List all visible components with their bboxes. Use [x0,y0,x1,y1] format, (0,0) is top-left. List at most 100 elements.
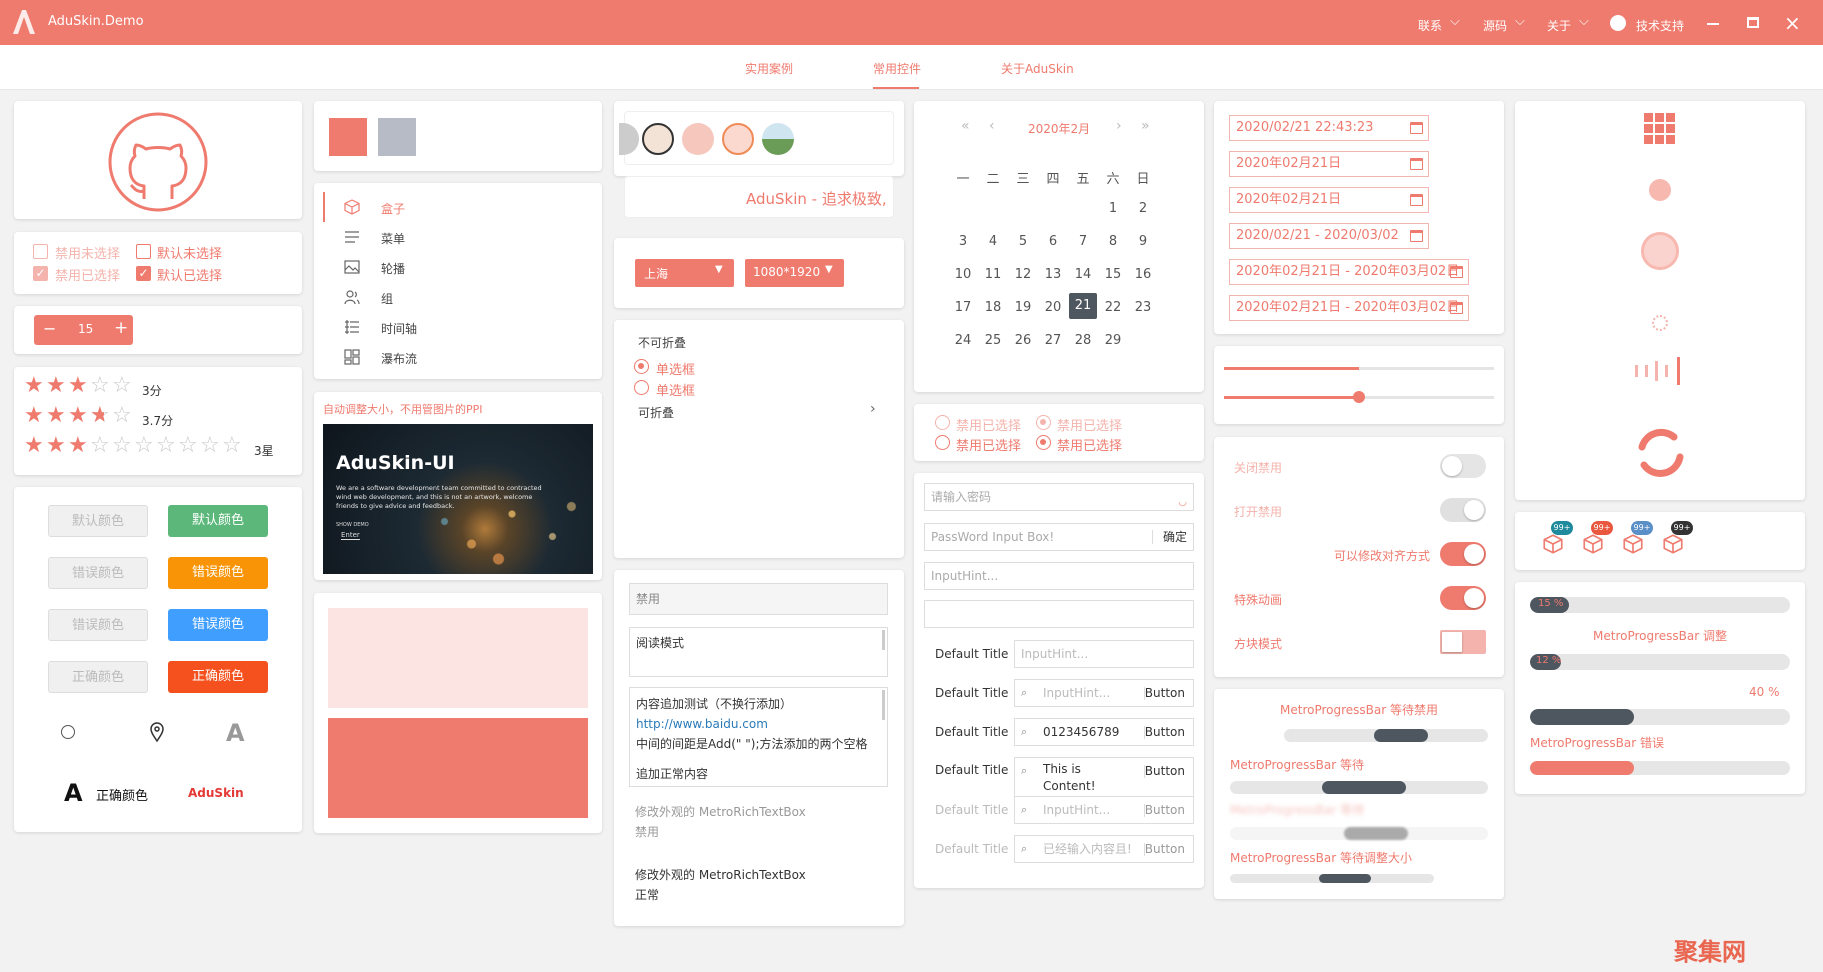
star-icon[interactable]: ☆ [90,375,110,397]
input-button[interactable]: Button [1145,680,1185,706]
github-icon[interactable] [1610,15,1626,31]
calendar-icon[interactable] [1410,194,1423,206]
calendar-day[interactable]: 26 [1009,333,1037,348]
star-icon[interactable]: ☆ [112,405,132,427]
calendar-day[interactable]: 14 [1069,267,1097,282]
scrollbar[interactable] [882,690,885,720]
star-icon[interactable]: ☆ [112,375,132,397]
date-picker[interactable]: 2020年02月21日 [1229,151,1429,177]
calendar-day[interactable]: 16 [1129,267,1157,282]
calendar-day[interactable]: 22 [1099,300,1127,315]
calendar-day[interactable]: 4 [979,234,1007,249]
star-icon[interactable]: ☆ [112,435,132,457]
radio-option[interactable] [634,359,649,374]
hint-input[interactable]: InputHint... [1014,640,1194,668]
calendar-day[interactable]: 6 [1039,234,1067,249]
calendar-day[interactable]: 10 [949,267,977,282]
box-icon[interactable] [1543,534,1563,554]
search-input[interactable]: ⌕ 0123456789 Button [1014,718,1194,746]
toggle-switch[interactable] [1440,542,1486,566]
box-icon[interactable] [1663,534,1683,554]
menu-about[interactable]: 关于 [1547,17,1571,34]
color-swatch-accent[interactable] [329,118,367,156]
calendar-icon[interactable] [1450,266,1463,278]
calendar-day[interactable]: 20 [1039,300,1067,315]
checkbox-default-checked[interactable]: ✓ [136,266,151,281]
calendar-day[interactable]: 15 [1099,267,1127,282]
toggle-switch[interactable] [1440,586,1486,610]
calendar-day[interactable]: 17 [949,300,977,315]
calendar-day[interactable]: 11 [979,267,1007,282]
toggle-switch[interactable] [1440,630,1486,654]
star-icon[interactable]: ★ [68,375,88,397]
star-icon[interactable]: ★ [24,435,44,457]
box-icon[interactable] [1623,534,1643,554]
calendar-day[interactable]: 2 [1129,201,1157,216]
calendar-day-selected[interactable]: 21 [1069,293,1097,319]
slider-thumb[interactable] [1353,391,1365,403]
side-menu-item-waterfall[interactable]: 瀑布流 [314,342,604,372]
calendar-icon[interactable] [1410,230,1423,242]
star-icon[interactable]: ☆ [178,435,198,457]
tab-about[interactable]: 关于AduSkin [1001,60,1074,77]
calendar-day[interactable]: 8 [1099,234,1127,249]
rich-normal-label[interactable]: 修改外观的 MetroRichTextBox [635,866,806,883]
avatar[interactable] [642,123,674,155]
box-icon[interactable] [1583,534,1603,554]
star-icon[interactable]: ★ [46,375,66,397]
avatar[interactable] [619,123,639,155]
side-menu-item-group[interactable]: 组 [314,282,604,312]
calendar-icon[interactable] [1450,302,1463,314]
calendar-day[interactable]: 27 [1039,333,1067,348]
input-button[interactable]: Button [1145,719,1185,745]
avatar[interactable] [762,123,794,155]
star-icon[interactable]: ★ [68,435,88,457]
calendar-icon[interactable] [1410,122,1423,134]
color-swatch-gray[interactable] [378,118,416,156]
star-icon[interactable]: ★ [24,375,44,397]
avatar[interactable] [682,123,714,155]
side-menu-item-menu[interactable]: 菜单 [314,222,604,252]
star-icon[interactable]: ★ [68,405,88,427]
calendar-day[interactable]: 1 [1099,201,1127,216]
date-picker[interactable]: 2020年02月21日 - 2020年03月02日 [1229,259,1469,285]
calendar-day[interactable]: 18 [979,300,1007,315]
star-icon[interactable]: ★ [46,405,66,427]
calendar-day[interactable]: 7 [1069,234,1097,249]
date-picker[interactable]: 2020年02月21日 - 2020年03月02日 [1229,295,1469,321]
rich-link[interactable]: http://www.baidu.com [636,714,887,734]
calendar-icon[interactable] [1410,158,1423,170]
star-icon[interactable]: ☆ [134,435,154,457]
star-icon[interactable]: ★ [46,435,66,457]
menu-contact[interactable]: 联系 [1418,17,1442,34]
search-input[interactable]: ⌕ InputHint... Button [1014,679,1194,707]
star-icon[interactable]: ☆ [222,435,242,457]
search-input[interactable]: ⌕ InputHint... Button [1014,796,1194,824]
collapsible-header[interactable]: 可折叠 [638,404,674,421]
tab-examples[interactable]: 实用案例 [745,60,793,77]
correct-color-button[interactable]: 正确颜色 [168,661,268,693]
calendar-day[interactable]: 3 [949,234,977,249]
quantity-stepper[interactable]: − 15 + [34,315,133,345]
input-button[interactable]: Button [1145,758,1185,784]
slider-plain[interactable] [1224,367,1494,370]
minimize-icon[interactable] [1707,23,1719,25]
star-icon[interactable]: ☆ [156,435,176,457]
calendar-day[interactable]: 25 [979,333,1007,348]
error-color-button-blue[interactable]: 错误颜色 [168,609,268,641]
minus-button[interactable]: − [43,319,56,338]
avatar[interactable] [722,123,754,155]
tab-controls[interactable]: 常用控件 [873,60,921,77]
input-button[interactable]: Button [1145,797,1185,823]
support-link[interactable]: 技术支持 [1636,17,1684,34]
compass-icon[interactable] [61,725,75,739]
default-color-button[interactable]: 默认颜色 [168,505,268,537]
calendar-day[interactable]: 5 [1009,234,1037,249]
calendar-day[interactable]: 29 [1099,333,1127,348]
search-input[interactable]: ⌕ This is Content! Button [1014,757,1194,799]
date-picker[interactable]: 2020/02/21 22:43:23 [1229,115,1429,141]
calendar-day[interactable]: 9 [1129,234,1157,249]
city-dropdown[interactable]: 上海 ▼ [635,259,734,287]
stepper-value[interactable]: 15 [78,322,93,336]
calendar-day[interactable]: 19 [1009,300,1037,315]
